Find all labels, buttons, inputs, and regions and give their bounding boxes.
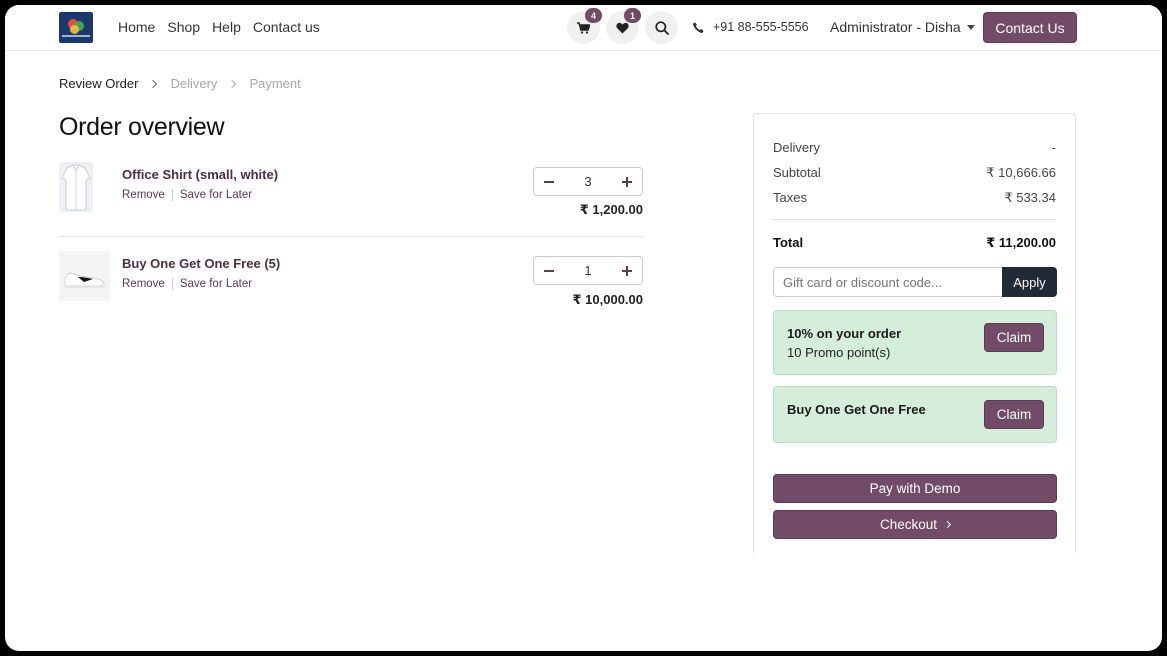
chevron-right-icon [228, 79, 237, 88]
site-logo[interactable] [59, 12, 93, 43]
cart-line-item: Office Shirt (small, white) Remove Save … [59, 162, 643, 222]
reward-card: 10% on your order 10 Promo point(s) Clai… [773, 310, 1057, 375]
delivery-label: Delivery [773, 140, 820, 155]
delivery-value: - [1051, 140, 1056, 155]
caret-down-icon [966, 24, 975, 30]
taxes-label: Taxes [773, 190, 807, 205]
product-image[interactable] [59, 251, 110, 301]
product-name[interactable]: Buy One Get One Free (5) [122, 256, 280, 271]
claim-button[interactable]: Claim [984, 323, 1044, 352]
minus-icon[interactable] [544, 269, 554, 272]
cart-button[interactable]: 4 [567, 8, 602, 44]
claim-button[interactable]: Claim [984, 400, 1044, 429]
step-delivery: Delivery [170, 76, 218, 91]
quantity-stepper: 1 [533, 256, 643, 285]
page-title: Order overview [59, 113, 225, 141]
checkout-breadcrumb: Review Order Delivery Payment [59, 76, 301, 91]
total-row: Total ₹ 11,200.00 [773, 235, 1056, 251]
contact-us-button[interactable]: Contact Us [983, 12, 1077, 43]
nav-shop[interactable]: Shop [167, 19, 200, 35]
wishlist-count-badge: 1 [624, 8, 641, 23]
reward-card: Buy One Get One Free Claim [773, 386, 1057, 443]
reward-title: Buy One Get One Free [787, 402, 926, 417]
product-name[interactable]: Office Shirt (small, white) [122, 167, 278, 182]
site-header: Home Shop Help Contact us 4 1 +91 88-555… [5, 5, 1162, 51]
heart-icon [616, 22, 629, 33]
line-price: ₹ 1,200.00 [579, 202, 643, 217]
item-divider [59, 236, 643, 237]
apply-button[interactable]: Apply [1002, 267, 1057, 297]
chevron-right-icon [149, 79, 158, 88]
phone-number: +91 88-555-5556 [713, 20, 809, 34]
main-nav: Home Shop Help Contact us [118, 19, 332, 35]
product-image[interactable] [59, 162, 93, 212]
remove-link[interactable]: Remove [122, 278, 165, 290]
summary-divider [773, 219, 1056, 220]
minus-icon[interactable] [544, 180, 554, 183]
line-price: ₹ 10,000.00 [572, 292, 644, 307]
cart-icon [577, 21, 590, 34]
subtotal-label: Subtotal [773, 165, 821, 180]
save-for-later-link[interactable]: Save for Later [180, 278, 252, 290]
step-payment: Payment [249, 76, 301, 91]
pay-with-demo-button[interactable]: Pay with Demo [773, 474, 1057, 503]
cart-line-item: Buy One Get One Free (5) Remove Save for… [59, 251, 643, 311]
quantity-value[interactable]: 3 [584, 174, 591, 189]
chevron-right-icon [943, 520, 952, 529]
nav-home[interactable]: Home [118, 19, 155, 35]
plus-icon[interactable] [621, 265, 632, 276]
nav-help[interactable]: Help [212, 19, 241, 35]
order-summary-panel: Delivery - Subtotal ₹ 10,666.66 Taxes ₹ … [753, 113, 1076, 553]
shoe-image-icon [59, 251, 110, 301]
browser-frame: Home Shop Help Contact us 4 1 +91 88-555… [5, 5, 1162, 651]
checkout-button[interactable]: Checkout [773, 510, 1057, 539]
nav-contact-us[interactable]: Contact us [253, 19, 320, 35]
discount-code-input[interactable] [773, 267, 1003, 297]
total-label: Total [773, 235, 804, 250]
user-menu[interactable]: Administrator - Disha [830, 19, 975, 35]
save-for-later-link[interactable]: Save for Later [180, 189, 252, 201]
user-name: Administrator - Disha [830, 19, 961, 35]
reward-title: 10% on your order [787, 326, 902, 341]
wishlist-button[interactable]: 1 [606, 8, 641, 44]
reward-points: 10 Promo point(s) [787, 345, 891, 360]
pay-with-demo-label: Pay with Demo [869, 481, 961, 496]
remove-link[interactable]: Remove [122, 189, 165, 201]
step-review-order[interactable]: Review Order [59, 76, 138, 91]
plus-icon[interactable] [621, 176, 632, 187]
taxes-row: Taxes ₹ 533.34 [773, 190, 1056, 206]
search-button[interactable] [645, 11, 678, 44]
subtotal-row: Subtotal ₹ 10,666.66 [773, 165, 1056, 181]
shirt-image-icon [59, 162, 93, 212]
total-value: ₹ 11,200.00 [986, 235, 1056, 250]
quantity-value[interactable]: 1 [584, 263, 591, 278]
search-icon [654, 20, 669, 35]
cart-count-badge: 4 [585, 8, 602, 23]
taxes-value: ₹ 533.34 [1004, 190, 1056, 205]
checkout-label: Checkout [879, 517, 938, 532]
delivery-row: Delivery - [773, 140, 1056, 155]
subtotal-value: ₹ 10,666.66 [986, 165, 1056, 180]
phone-icon [693, 22, 704, 33]
phone-link[interactable]: +91 88-555-5556 [693, 20, 809, 34]
quantity-stepper: 3 [533, 167, 643, 196]
